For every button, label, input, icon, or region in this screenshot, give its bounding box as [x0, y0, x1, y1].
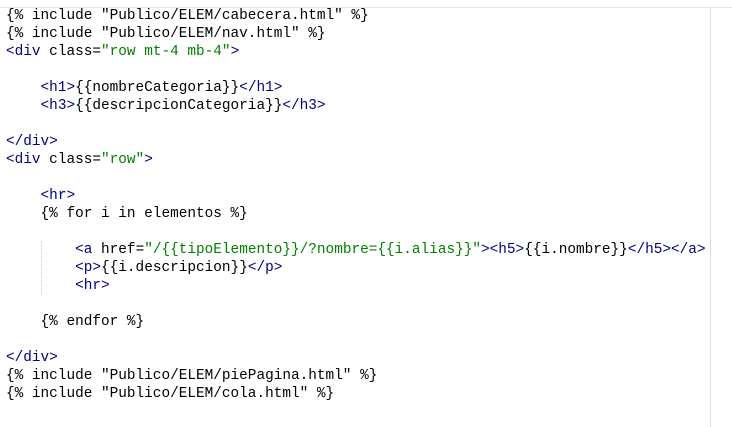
code-line[interactable]: {% endfor %} [6, 313, 145, 331]
code-token-tag: > [230, 44, 240, 60]
code-token-plain: {{descripcionCategoria}} [75, 98, 283, 114]
code-line[interactable]: <h1>{{nombreCategoria}}</h1> [6, 79, 283, 97]
code-line[interactable]: <a href="/{{tipoElemento}}/?nombre={{i.a… [6, 241, 706, 259]
code-token-tag: <h1> [40, 80, 76, 96]
code-line[interactable]: <p>{{i.descripcion}}</p> [6, 259, 282, 277]
code-token-tag: <hr> [75, 278, 110, 294]
code-token-tag: </div> [6, 350, 58, 366]
code-line[interactable]: <hr> [6, 187, 76, 205]
code-token-tag: <hr> [40, 188, 76, 204]
code-line[interactable]: {% include "Publico/ELEM/piePagina.html"… [6, 367, 377, 385]
code-token-tag: </h3> [282, 98, 326, 114]
code-editor[interactable]: {% include "Publico/ELEM/cabecera.html" … [0, 7, 732, 427]
code-token-plain: {% include "Publico/ELEM/cabecera.html" … [6, 8, 369, 24]
code-token-plain: {% include "Publico/ELEM/cola.html" %} [6, 386, 335, 402]
code-token-plain: {{nombreCategoria}} [75, 80, 240, 96]
code-token-tag: </h5></a> [627, 242, 706, 258]
code-token-attr: href [92, 242, 136, 258]
code-token-str: "/{{tipoElemento}}/?nombre={{i.alias}}" [144, 242, 481, 258]
code-token-plain: {% for i in elementos %} [6, 206, 248, 222]
code-token-attr: class [40, 44, 93, 60]
code-token-tag: </h1> [239, 80, 283, 96]
code-token-tag: <h3> [40, 98, 76, 114]
code-line[interactable]: {% include "Publico/ELEM/cola.html" %} [6, 385, 334, 403]
code-token-plain: {% endfor %} [6, 314, 145, 330]
code-token-tag: > [144, 152, 153, 168]
code-line[interactable]: {% include "Publico/ELEM/nav.html" %} [6, 25, 326, 43]
code-token-tag: <a [75, 242, 93, 258]
code-token-attr: class [40, 152, 93, 168]
code-token-plain: {{i.nombre}} [524, 242, 628, 258]
code-token-eq: = [92, 44, 102, 60]
code-token-plain: {% include "Publico/ELEM/nav.html" %} [6, 26, 326, 42]
code-token-tag: <div [6, 44, 41, 60]
code-token-tag: <h5> [489, 242, 525, 258]
code-token-tag: </div> [6, 134, 58, 150]
code-line[interactable]: <div class="row"> [6, 151, 153, 169]
code-token-tag: <p> [75, 260, 102, 276]
code-token-plain: {% include "Publico/ELEM/piePagina.html"… [6, 368, 378, 384]
code-line[interactable]: </div> [6, 349, 58, 367]
code-line[interactable]: </div> [6, 133, 58, 151]
code-token-tag: <div [6, 152, 41, 168]
code-token-tag: </p> [247, 260, 283, 276]
code-token-plain: {{i.descripcion}} [101, 260, 248, 276]
code-token-eq: = [135, 242, 145, 258]
code-token-tag: > [481, 242, 490, 258]
code-line[interactable]: <h3>{{descripcionCategoria}}</h3> [6, 97, 326, 115]
code-token-eq: = [92, 152, 102, 168]
code-line[interactable]: <div class="row mt-4 mb-4"> [6, 43, 239, 61]
code-line[interactable]: <hr> [6, 277, 110, 295]
code-token-str: "row" [101, 152, 145, 168]
right-margin-line [710, 7, 711, 427]
code-line[interactable]: {% include "Publico/ELEM/cabecera.html" … [6, 7, 369, 25]
code-line[interactable]: {% for i in elementos %} [6, 205, 248, 223]
code-token-str: "row mt-4 mb-4" [101, 44, 231, 60]
